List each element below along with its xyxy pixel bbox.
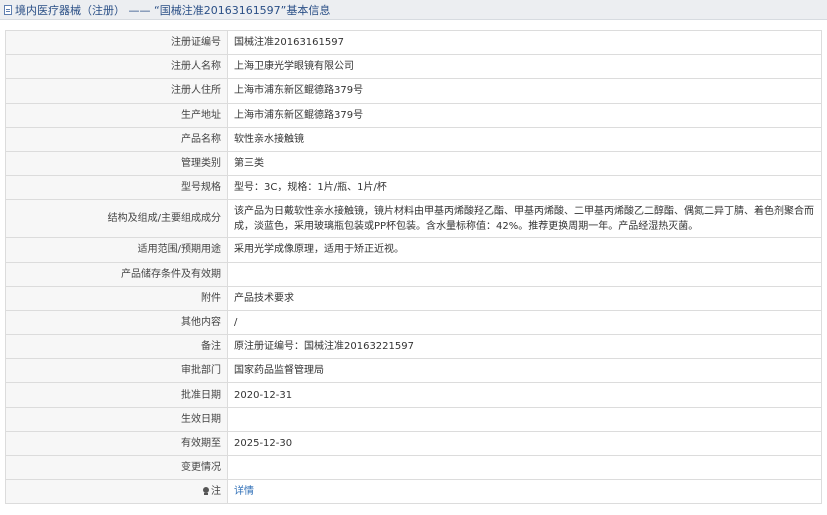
row-value: 该产品为日戴软性亲水接触镜，镜片材料由甲基丙烯酸羟乙酯、甲基丙烯酸、二甲基丙烯酸… bbox=[227, 199, 822, 239]
row-value: 原注册证编号：国械注准20163221597 bbox=[227, 334, 822, 360]
table-row: 批准日期 2020-12-31 bbox=[5, 382, 822, 408]
table-row-note: 注 详情 bbox=[5, 479, 822, 505]
table-row: 产品名称 软性亲水接触镜 bbox=[5, 126, 822, 152]
row-value: 国家药品监督管理局 bbox=[227, 358, 822, 384]
details-link[interactable]: 详情 bbox=[234, 486, 254, 497]
row-value bbox=[227, 261, 822, 287]
row-label: 备注 bbox=[5, 334, 228, 360]
title-separator: —— bbox=[128, 3, 151, 17]
row-label: 注册人住所 bbox=[5, 78, 228, 104]
row-label: 注册人名称 bbox=[5, 54, 228, 80]
info-table: 注册证编号 国械注准20163161597 注册人名称 上海卫康光学眼镜有限公司 注册人… bbox=[5, 29, 822, 505]
table-row: 注册证编号 国械注准20163161597 bbox=[5, 29, 822, 56]
row-value bbox=[227, 406, 822, 432]
table-row: 型号规格 型号：3C，规格：1片/瓶、1片/杯 bbox=[5, 175, 822, 201]
row-label: 生效日期 bbox=[5, 406, 228, 432]
row-label: 结构及组成/主要组成成分 bbox=[5, 199, 228, 239]
row-value: 软性亲水接触镜 bbox=[227, 126, 822, 152]
table-row: 产品储存条件及有效期 bbox=[5, 261, 822, 287]
row-value: / bbox=[227, 309, 822, 336]
row-label: 注 bbox=[5, 479, 228, 505]
row-value: 详情 bbox=[227, 479, 822, 505]
row-label: 审批部门 bbox=[5, 358, 228, 384]
row-value: 产品技术要求 bbox=[227, 285, 822, 311]
table-row: 变更情况 bbox=[5, 454, 822, 481]
row-value: 国械注准20163161597 bbox=[227, 29, 822, 56]
row-value: 2025-12-30 bbox=[227, 430, 822, 457]
lightbulb-icon bbox=[203, 487, 209, 496]
page-header: 境内医疗器械（注册） —— “国械注准20163161597”基本信息 bbox=[0, 0, 827, 20]
row-value: 型号：3C，规格：1片/瓶、1片/杯 bbox=[227, 175, 822, 201]
table-row: 注册人名称 上海卫康光学眼镜有限公司 bbox=[5, 54, 822, 80]
row-label: 附件 bbox=[5, 285, 228, 311]
row-label: 管理类别 bbox=[5, 150, 228, 177]
row-label: 有效期至 bbox=[5, 430, 228, 457]
title-main: “国械注准20163161597”基本信息 bbox=[154, 3, 331, 17]
row-value: 2020-12-31 bbox=[227, 382, 822, 408]
row-label: 生产地址 bbox=[5, 102, 228, 128]
table-row: 有效期至 2025-12-30 bbox=[5, 430, 822, 457]
row-label: 变更情况 bbox=[5, 454, 228, 481]
table-row: 管理类别 第三类 bbox=[5, 150, 822, 177]
row-value: 采用光学成像原理，适用于矫正近视。 bbox=[227, 237, 822, 263]
table-row: 备注 原注册证编号：国械注准20163221597 bbox=[5, 334, 822, 360]
table-row: 附件 产品技术要求 bbox=[5, 285, 822, 311]
table-row: 适用范围/预期用途 采用光学成像原理，适用于矫正近视。 bbox=[5, 237, 822, 263]
table-row: 审批部门 国家药品监督管理局 bbox=[5, 358, 822, 384]
table-row: 生产地址 上海市浦东新区鲲德路379号 bbox=[5, 102, 822, 128]
document-icon bbox=[4, 4, 12, 15]
table-row: 生效日期 bbox=[5, 406, 822, 432]
page-title: 境内医疗器械（注册） —— “国械注准20163161597”基本信息 bbox=[15, 2, 330, 18]
title-prefix: 境内医疗器械（注册） bbox=[15, 3, 125, 17]
row-label: 适用范围/预期用途 bbox=[5, 237, 228, 263]
row-value: 上海市浦东新区鲲德路379号 bbox=[227, 102, 822, 128]
row-value: 上海卫康光学眼镜有限公司 bbox=[227, 54, 822, 80]
row-label: 产品储存条件及有效期 bbox=[5, 261, 228, 287]
row-label: 注册证编号 bbox=[5, 29, 228, 56]
row-label: 产品名称 bbox=[5, 126, 228, 152]
row-value: 上海市浦东新区鲲德路379号 bbox=[227, 78, 822, 104]
row-label: 其他内容 bbox=[5, 309, 228, 336]
table-row: 其他内容 / bbox=[5, 309, 822, 336]
row-value bbox=[227, 454, 822, 481]
row-label: 型号规格 bbox=[5, 175, 228, 201]
note-label: 注 bbox=[211, 486, 221, 498]
row-label: 批准日期 bbox=[5, 382, 228, 408]
row-value: 第三类 bbox=[227, 150, 822, 177]
table-row: 结构及组成/主要组成成分 该产品为日戴软性亲水接触镜，镜片材料由甲基丙烯酸羟乙酯、… bbox=[5, 199, 822, 239]
table-row: 注册人住所 上海市浦东新区鲲德路379号 bbox=[5, 78, 822, 104]
